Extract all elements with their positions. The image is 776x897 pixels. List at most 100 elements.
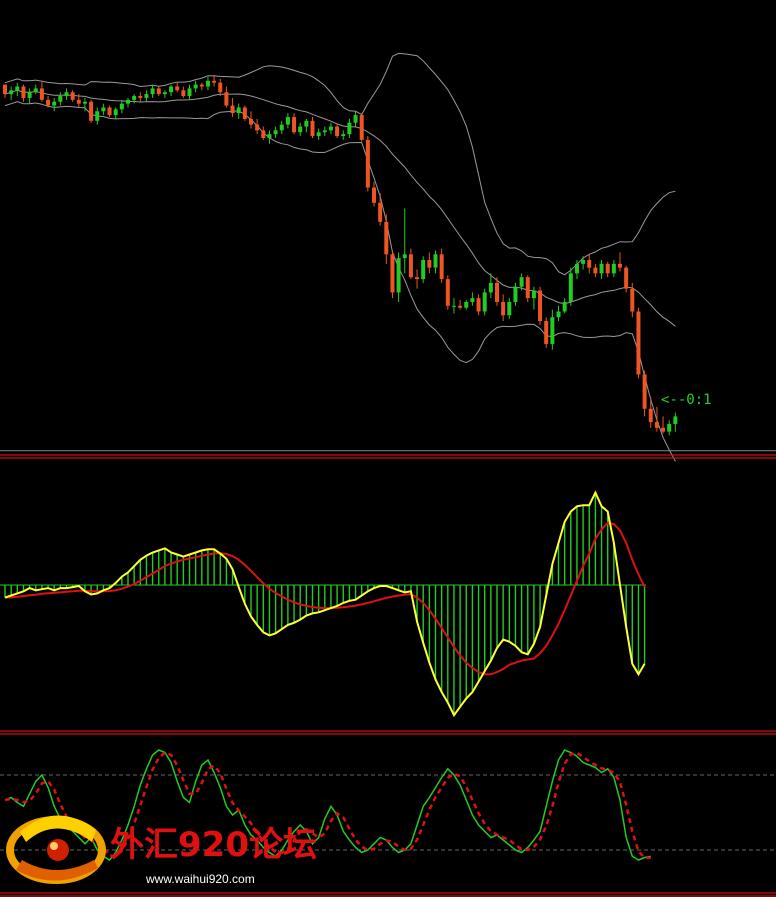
candle-body — [107, 107, 112, 116]
candle-body — [593, 267, 598, 274]
candle-body — [304, 120, 309, 127]
candle-body — [544, 321, 549, 344]
candle-body — [230, 105, 235, 114]
candle-body — [224, 92, 229, 106]
candle-body — [556, 311, 561, 318]
candle-body — [630, 288, 635, 312]
candle-body — [15, 86, 20, 91]
candle-body — [138, 96, 143, 98]
candle-body — [562, 301, 567, 312]
candle-body — [193, 84, 198, 89]
candle-body — [150, 88, 155, 95]
candle-body — [667, 424, 672, 432]
candle-body — [255, 124, 260, 131]
candle-body — [421, 260, 426, 280]
candle-body — [212, 80, 217, 83]
candle-body — [624, 267, 629, 289]
candle-body — [476, 298, 481, 312]
candle-body — [495, 282, 499, 302]
candle-body — [298, 126, 303, 133]
candle-body — [384, 221, 389, 255]
candle-body — [33, 88, 38, 93]
candle-body — [396, 258, 401, 293]
candle-body — [156, 88, 161, 95]
candle-body — [581, 260, 586, 264]
candle-body — [310, 120, 315, 137]
candle-body — [162, 92, 167, 95]
candle-body — [408, 254, 413, 278]
candle-body — [242, 107, 247, 119]
candle-body — [279, 124, 284, 131]
candle-body — [433, 254, 438, 268]
candle-body — [501, 301, 506, 316]
candle-body — [359, 115, 364, 140]
candle-body — [661, 427, 666, 432]
candle-body — [507, 301, 512, 316]
candle-body — [267, 134, 272, 138]
candle-body — [95, 111, 100, 121]
candle-body — [648, 408, 653, 423]
candle-body — [9, 90, 14, 95]
candle-body — [464, 301, 469, 308]
candle-body — [470, 298, 475, 302]
candle-body — [488, 282, 493, 293]
candle-body — [273, 130, 278, 135]
candle-body — [335, 126, 340, 137]
candle-body — [132, 96, 137, 100]
candle-body — [101, 107, 106, 112]
candle-body — [181, 90, 186, 97]
candle-body — [175, 86, 180, 91]
candle-body — [3, 84, 7, 95]
candle-body — [39, 88, 44, 100]
candle-body — [187, 88, 192, 97]
candle-body — [568, 273, 573, 302]
candle-body — [322, 130, 327, 133]
candle-body — [427, 260, 432, 268]
candle-body — [199, 84, 204, 87]
candle-body — [642, 374, 647, 409]
chart-stage: <--0:1 外汇920论坛 www.waihui920.com — [0, 0, 776, 897]
candle-body — [249, 118, 253, 125]
logo-text: 外汇920论坛 — [110, 825, 317, 865]
candle-body — [52, 101, 57, 106]
candle-body — [445, 279, 450, 306]
candle-body — [402, 254, 407, 259]
candle-body — [451, 305, 456, 307]
candle-body — [328, 126, 333, 131]
candle-body — [205, 80, 210, 87]
price-annotation: <--0:1 — [661, 392, 712, 408]
candle-body — [482, 292, 487, 312]
candle-body — [372, 187, 376, 203]
candle-body — [64, 92, 69, 97]
candle-body — [218, 82, 223, 93]
candle-body — [415, 277, 420, 280]
candle-body — [70, 92, 75, 100]
candle-body — [27, 92, 32, 98]
candle-body — [126, 99, 130, 104]
candle-body — [236, 107, 241, 114]
candle-body — [82, 101, 87, 104]
candle-body — [513, 286, 518, 302]
candle-body — [390, 254, 395, 293]
candle-body — [119, 103, 124, 110]
candle-body — [316, 132, 321, 137]
candle-body — [458, 305, 463, 308]
logo-url: www.waihui920.com — [145, 872, 255, 886]
macd-panel — [0, 490, 646, 718]
candle-body — [169, 86, 174, 93]
watermark-logo: 外汇920论坛 www.waihui920.com — [6, 815, 317, 886]
candle-body — [574, 263, 579, 274]
candle-body — [353, 115, 358, 123]
logo-emblem-icon — [6, 815, 106, 884]
bollinger-middle-band — [4, 89, 676, 327]
bollinger-upper-band — [4, 52, 676, 276]
candle-body — [439, 254, 444, 280]
candle-body — [599, 263, 604, 274]
candle-body — [618, 263, 622, 268]
price-panel — [0, 52, 776, 462]
candle-body — [550, 317, 555, 344]
candle-body — [58, 96, 63, 102]
candle-body — [605, 263, 610, 274]
candle-body — [519, 277, 524, 287]
candle-body — [21, 86, 26, 98]
